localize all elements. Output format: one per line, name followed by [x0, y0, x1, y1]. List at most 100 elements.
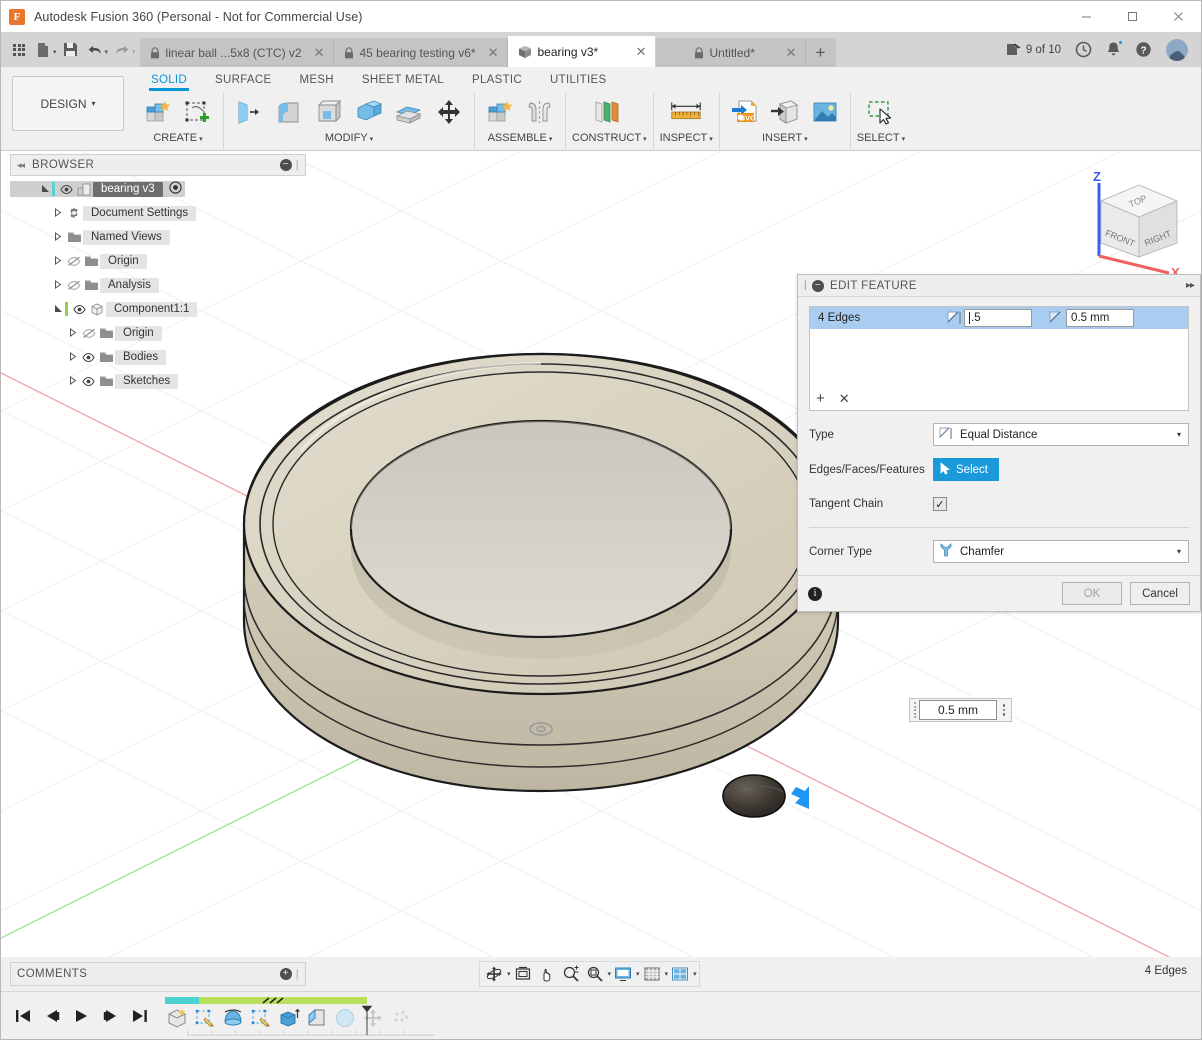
look-at-icon[interactable]: [511, 962, 535, 986]
jobs-status-indicator[interactable]: 9 of 10: [998, 35, 1068, 64]
chamfer-second-input[interactable]: 0.5 mm: [1066, 309, 1134, 327]
orbit-icon[interactable]: [482, 962, 506, 986]
browser-item-origin[interactable]: Origin: [10, 253, 306, 269]
twist-open-icon[interactable]: [51, 304, 65, 315]
ribbon-tab-sheet-metal[interactable]: SHEET METAL: [348, 71, 458, 91]
undo-icon[interactable]: [83, 37, 107, 63]
select-button[interactable]: Select: [933, 458, 999, 481]
twist-closed-icon[interactable]: [66, 352, 80, 363]
visibility-eye-icon[interactable]: [80, 377, 97, 386]
visibility-hidden-icon[interactable]: [80, 328, 97, 339]
info-icon[interactable]: i: [808, 587, 822, 601]
activate-component-icon[interactable]: [169, 181, 182, 197]
drag-grip-handle[interactable]: [910, 699, 919, 721]
tangent-chain-checkbox[interactable]: ✓: [933, 497, 947, 511]
timeline-physical-material-feature[interactable]: [389, 1006, 413, 1030]
chamfer-distance-input[interactable]: .5: [964, 309, 1032, 327]
save-icon[interactable]: [59, 37, 83, 63]
panel-caret[interactable]: ▾: [643, 136, 647, 143]
notifications-bell-icon[interactable]: [1099, 35, 1128, 64]
browser-resize-handle[interactable]: |: [296, 159, 299, 171]
new-tab-button[interactable]: +: [806, 38, 836, 67]
workspace-switcher[interactable]: DESIGN ▾: [12, 76, 124, 131]
new-component-icon[interactable]: [481, 94, 519, 130]
document-tab-bearing-v3[interactable]: bearing v3* ✕: [508, 36, 656, 67]
chevron-down-icon[interactable]: ▾: [1177, 547, 1181, 556]
comments-resize-handle[interactable]: |: [296, 968, 299, 980]
dimension-value[interactable]: 0.5 mm: [919, 700, 997, 720]
twist-closed-icon[interactable]: [51, 280, 65, 291]
chevron-down-icon[interactable]: ▾: [1177, 430, 1181, 439]
panel-caret[interactable]: ▾: [902, 136, 906, 143]
ribbon-tab-plastic[interactable]: PLASTIC: [458, 71, 536, 91]
apps-grid-icon[interactable]: [7, 37, 31, 63]
go-to-beginning-button[interactable]: [13, 1005, 33, 1027]
corner-type-dropdown[interactable]: Chamfer ▾: [933, 540, 1189, 563]
step-forward-button[interactable]: [100, 1005, 120, 1027]
timeline-sketch-feature[interactable]: [193, 1006, 217, 1030]
document-tab-close-icon[interactable]: ✕: [784, 45, 799, 61]
panel-caret[interactable]: ▾: [199, 136, 203, 143]
type-dropdown[interactable]: Equal Distance ▾: [933, 423, 1189, 446]
twist-closed-icon[interactable]: [51, 256, 65, 267]
document-tab-45-bearing-testing[interactable]: 45 bearing testing v6* ✕: [334, 38, 508, 67]
play-button[interactable]: [71, 1005, 91, 1027]
job-status-clock-icon[interactable]: [1068, 35, 1099, 64]
timeline-end-marker[interactable]: [361, 1002, 373, 1038]
measure-icon[interactable]: [667, 94, 705, 130]
timeline-chamfer-feature[interactable]: [305, 1006, 329, 1030]
combine-icon[interactable]: [350, 94, 388, 130]
minimize-button[interactable]: [1063, 1, 1109, 32]
visibility-hidden-icon[interactable]: [65, 256, 82, 267]
browser-item-sketches[interactable]: Sketches: [10, 373, 306, 389]
dialog-header[interactable]: | − EDIT FEATURE ▸▸: [798, 275, 1200, 297]
dialog-collapse-icon[interactable]: −: [812, 280, 824, 292]
add-comment-icon[interactable]: +: [280, 968, 292, 980]
add-selection-icon[interactable]: +: [816, 390, 825, 407]
document-tab-linear-ball[interactable]: linear ball ...5x8 (CTC) v2 ✕: [140, 38, 334, 67]
visibility-hidden-icon[interactable]: [65, 280, 82, 291]
close-button[interactable]: [1155, 1, 1201, 32]
redo-icon[interactable]: [110, 37, 134, 63]
press-pull-icon[interactable]: [230, 94, 268, 130]
move-copy-icon[interactable]: [430, 94, 468, 130]
maximize-button[interactable]: [1109, 1, 1155, 32]
insert-image-icon[interactable]: [806, 94, 844, 130]
comments-panel[interactable]: COMMENTS + |: [10, 962, 306, 986]
twist-closed-icon[interactable]: [51, 232, 65, 243]
insert-svg-icon[interactable]: SVG: [726, 94, 764, 130]
panel-caret[interactable]: ▾: [804, 136, 808, 143]
edge-selection-list[interactable]: 4 Edges .5 0.5 mm + ✕: [809, 306, 1189, 411]
panel-caret[interactable]: ▾: [709, 136, 713, 143]
new-component-icon[interactable]: [139, 94, 177, 130]
create-sketch-icon[interactable]: [179, 94, 217, 130]
visibility-eye-icon[interactable]: [58, 185, 75, 194]
select-window-icon[interactable]: [862, 94, 900, 130]
document-tab-close-icon[interactable]: ✕: [312, 45, 327, 61]
visibility-eye-icon[interactable]: [71, 305, 88, 314]
document-tab-untitled[interactable]: Untitled* ✕: [656, 38, 806, 67]
help-icon[interactable]: ?: [1128, 35, 1159, 64]
browser-item-component-origin[interactable]: Origin: [10, 325, 306, 341]
twist-closed-icon[interactable]: [66, 376, 80, 387]
ribbon-tab-surface[interactable]: SURFACE: [201, 71, 285, 91]
pan-icon[interactable]: [535, 962, 559, 986]
browser-collapse-icon[interactable]: ◂◂: [17, 160, 24, 171]
zoom-icon[interactable]: [559, 962, 583, 986]
account-avatar[interactable]: [1159, 35, 1195, 64]
ribbon-tab-mesh[interactable]: MESH: [285, 71, 347, 91]
grid-snaps-icon[interactable]: [640, 962, 664, 986]
offset-face-icon[interactable]: [390, 94, 428, 130]
ribbon-tab-utilities[interactable]: UTILITIES: [536, 71, 620, 91]
ribbon-tab-solid[interactable]: SOLID: [137, 71, 201, 91]
visibility-eye-icon[interactable]: [80, 353, 97, 362]
shell-icon[interactable]: [310, 94, 348, 130]
offset-plane-icon[interactable]: [590, 94, 628, 130]
browser-item-named-views[interactable]: Named Views: [10, 229, 306, 245]
twist-open-icon[interactable]: [38, 184, 52, 195]
edge-list-row[interactable]: 4 Edges .5 0.5 mm: [810, 307, 1188, 329]
timeline-sketch-feature[interactable]: [249, 1006, 273, 1030]
browser-item-document-settings[interactable]: Document Settings: [10, 205, 306, 221]
cancel-button[interactable]: Cancel: [1130, 582, 1190, 605]
go-to-end-button[interactable]: [129, 1005, 149, 1027]
